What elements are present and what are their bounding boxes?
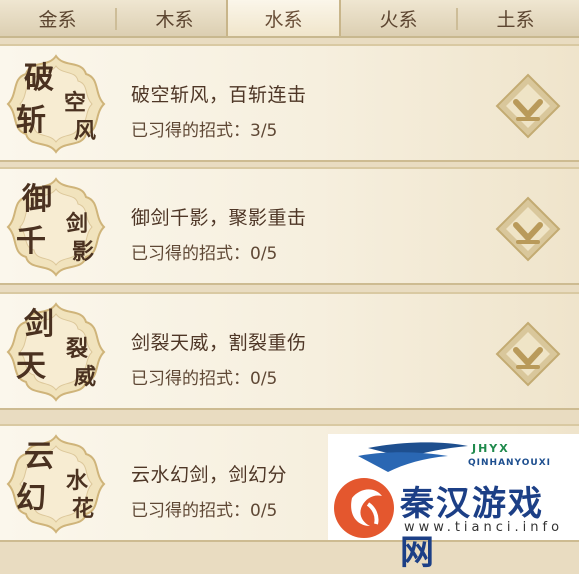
emblem-char: 花 <box>72 496 95 522</box>
chevron-down-icon <box>495 196 561 262</box>
watermark-url: www.tianci.info <box>404 520 564 535</box>
expand-button[interactable] <box>494 320 562 388</box>
expand-button[interactable] <box>494 72 562 140</box>
emblem-char: 斩 <box>16 103 46 138</box>
skill-emblem: 御 千 剑 影 <box>2 173 110 281</box>
emblem-char: 幻 <box>16 481 46 516</box>
watermark-pinyin: QINHANYOUXI <box>468 458 552 468</box>
skill-title: 御剑千影，聚影重击 <box>131 207 307 229</box>
expand-button[interactable] <box>494 195 562 263</box>
skill-progress: 已习得的招式：3/5 <box>131 121 278 141</box>
tab-wood[interactable]: 木系 <box>117 0 232 36</box>
watermark-badge: JHYX <box>472 442 510 455</box>
skill-card[interactable]: 破 斩 空 风 破空斩风，百斩连击 已习得的招式：3/5 <box>0 44 579 162</box>
element-tab-bar: 金系 木系 水系 火系 土系 <box>0 0 579 38</box>
emblem-char: 空 <box>64 90 87 116</box>
skill-title: 云水幻剑，剑幻分 <box>131 464 288 486</box>
skill-emblem: 云 幻 水 花 <box>2 430 110 538</box>
tab-earth[interactable]: 土系 <box>458 0 573 36</box>
tab-fire[interactable]: 火系 <box>341 0 456 36</box>
emblem-char: 剑 <box>66 211 89 237</box>
skill-card[interactable]: 御 千 剑 影 御剑千影，聚影重击 已习得的招式：0/5 <box>0 167 579 285</box>
emblem-char: 风 <box>74 118 97 144</box>
emblem-char: 威 <box>74 364 97 390</box>
emblem-char: 御 <box>22 182 52 217</box>
emblem-char: 千 <box>16 224 46 259</box>
emblem-char: 水 <box>66 468 89 494</box>
emblem-char: 裂 <box>66 336 89 362</box>
skill-card[interactable]: 剑 天 裂 威 剑裂天威，割裂重伤 已习得的招式：0/5 <box>0 292 579 410</box>
emblem-char: 破 <box>24 61 54 96</box>
chevron-down-icon <box>495 73 561 139</box>
skill-emblem: 破 斩 空 风 <box>2 50 110 158</box>
emblem-char: 影 <box>72 239 95 265</box>
skill-emblem: 剑 天 裂 威 <box>2 298 110 406</box>
emblem-char: 剑 <box>24 307 54 342</box>
skill-progress: 已习得的招式：0/5 <box>131 369 278 389</box>
site-watermark: JHYX QINHANYOUXI 秦汉游戏网 www.tianci.info <box>328 434 579 573</box>
emblem-char: 云 <box>24 439 54 474</box>
tab-water[interactable]: 水系 <box>226 0 341 36</box>
skill-progress: 已习得的招式：0/5 <box>131 244 278 264</box>
skill-title: 破空斩风，百斩连击 <box>131 84 307 106</box>
emblem-char: 天 <box>16 349 46 384</box>
skill-progress: 已习得的招式：0/5 <box>131 501 278 521</box>
chevron-down-icon <box>495 321 561 387</box>
skill-title: 剑裂天威，割裂重伤 <box>131 332 307 354</box>
tab-metal[interactable]: 金系 <box>0 0 115 36</box>
